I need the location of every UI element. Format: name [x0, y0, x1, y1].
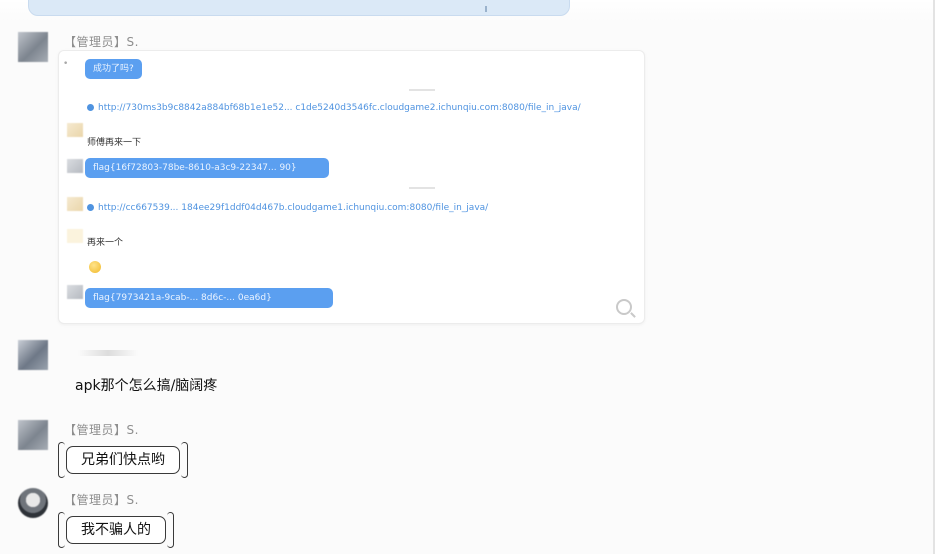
embedded-link-2-text: http://cc667539... 184ee29f1ddf04d467b.c…	[98, 203, 489, 213]
embedded-avatar	[67, 197, 83, 211]
sender-name: 【管理员】S.	[64, 493, 139, 507]
message-bubble[interactable]: 我不骗人的	[58, 512, 174, 548]
embedded-avatar	[67, 159, 83, 173]
embedded-avatar	[67, 123, 83, 137]
message-bubble[interactable]: 兄弟们快点哟	[58, 442, 188, 478]
embedded-avatar	[67, 285, 83, 299]
embedded-link-1-text: http://730ms3b9c8842a884bf68b1e1e52... c…	[98, 103, 581, 113]
avatar-user[interactable]	[18, 340, 48, 370]
embedded-bubble-success: 成功了吗?	[85, 59, 142, 79]
avatar-admin[interactable]	[18, 420, 48, 450]
embedded-flag-1: flag{16f72803-78be-8610-a3c9-22347... 90…	[85, 158, 329, 178]
embedded-flag-2: flag{7973421a-9cab-... 8d6c-... 0ea6d}	[85, 288, 333, 308]
embedded-timestamp	[409, 187, 435, 189]
embedded-text-2: 再来一个	[87, 238, 124, 248]
embedded-screenshot[interactable]: • 成功了吗? http://730ms3b9c8842a884bf68b1e1…	[58, 50, 645, 324]
embedded-link-2[interactable]: http://cc667539... 184ee29f1ddf04d467b.c…	[87, 203, 488, 213]
embedded-avatar	[67, 229, 83, 243]
sender-name: 【管理员】S.	[64, 423, 139, 437]
embedded-link-1[interactable]: http://730ms3b9c8842a884bf68b1e1e52... c…	[87, 103, 581, 113]
sender-name-blurred	[78, 350, 138, 356]
sender-name: 【管理员】S.	[64, 35, 139, 49]
card-left-mark: •	[63, 59, 69, 69]
previous-message-remnant	[0, 0, 935, 22]
scroll-marker	[485, 6, 487, 12]
embedded-timestamp	[409, 89, 435, 91]
link-icon	[87, 104, 94, 111]
avatar-admin[interactable]	[18, 488, 48, 518]
embedded-text-1: 师傅再来一下	[87, 138, 142, 148]
link-icon	[87, 204, 94, 211]
previous-bubble-edge	[28, 0, 570, 16]
smile-emoji-icon	[89, 261, 101, 273]
avatar-admin[interactable]	[18, 32, 48, 62]
message-text: apk那个怎么搞/脑阔疼	[75, 378, 218, 394]
zoom-in-icon[interactable]	[616, 299, 632, 315]
